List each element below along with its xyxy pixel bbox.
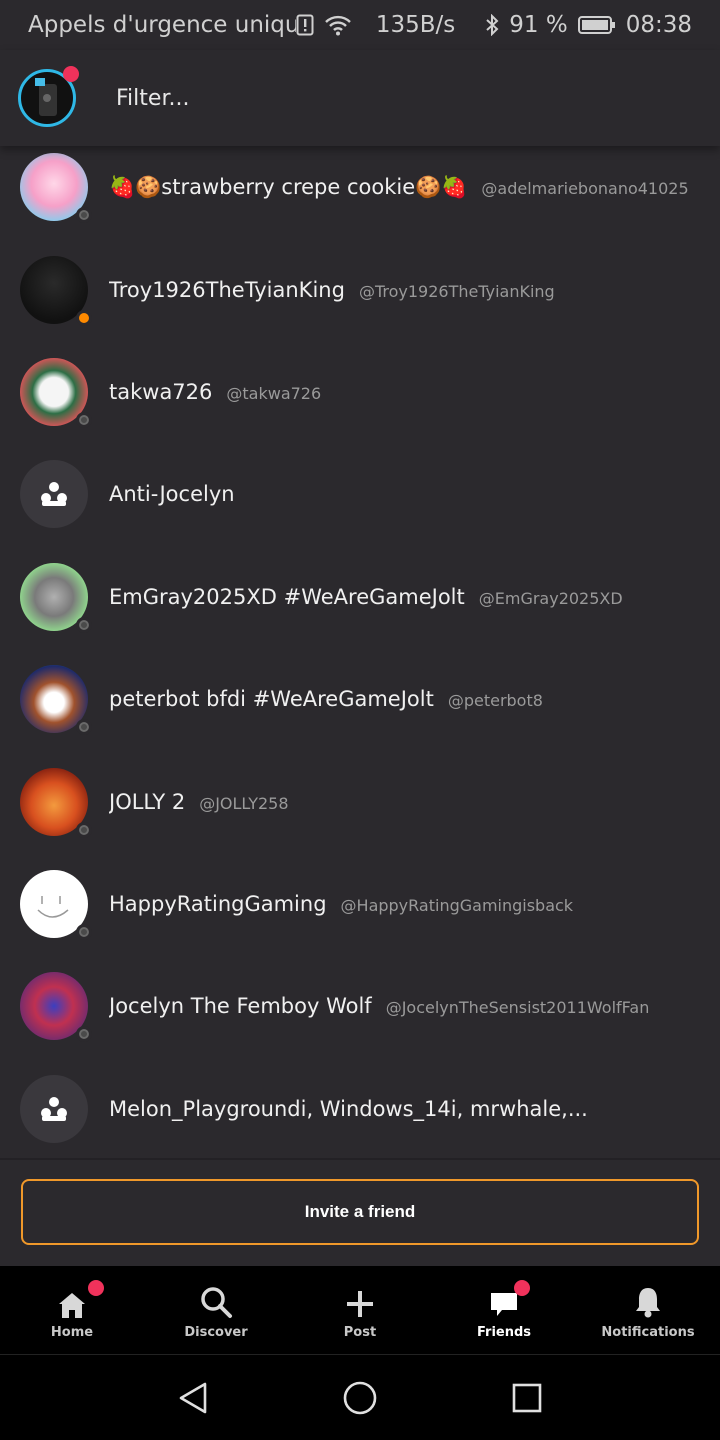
- network-speed: 135B/s: [375, 12, 456, 38]
- status-indicator: [76, 207, 92, 224]
- tab-notifications[interactable]: Notifications: [576, 1266, 720, 1354]
- display-name: EmGray2025XD #WeAreGameJolt: [109, 584, 465, 609]
- tab-label: Home: [50, 1325, 94, 1340]
- list-item[interactable]: 🍓🍪strawberry crepe cookie🍪🍓 @adelmariebo…: [0, 136, 720, 238]
- username: @adelmariebonano41025: [481, 178, 689, 198]
- my-avatar[interactable]: [18, 66, 79, 127]
- filter-input[interactable]: Filter...: [116, 86, 189, 111]
- status-indicator: [76, 616, 92, 633]
- tab-home[interactable]: Home: [0, 1266, 144, 1354]
- status-indicator: [76, 923, 92, 940]
- invite-section: Invite a friend: [0, 1158, 720, 1266]
- battery-percent: 91 %: [509, 12, 568, 38]
- avatar: [20, 255, 92, 326]
- sim-alert-icon: [296, 14, 314, 36]
- home-circle-icon: [343, 1381, 377, 1414]
- notification-badge: [88, 1280, 104, 1296]
- status-indicator: [76, 1026, 92, 1043]
- list-item[interactable]: HappyRatingGaming @HappyRatingGamingisba…: [0, 853, 720, 955]
- tab-discover[interactable]: Discover: [144, 1266, 288, 1354]
- list-item[interactable]: EmGray2025XD #WeAreGameJolt @EmGray2025X…: [0, 546, 720, 648]
- username: @JocelynTheSensist2011WolfFan: [385, 998, 650, 1018]
- display-name: HappyRatingGaming: [109, 891, 327, 916]
- friends-header: Filter...: [0, 50, 720, 146]
- avatar: [20, 562, 92, 633]
- avatar: [20, 767, 92, 838]
- username: @JOLLY258: [199, 793, 289, 813]
- plus-icon: [347, 1291, 373, 1317]
- avatar: [20, 972, 92, 1043]
- bell-icon: [636, 1288, 660, 1318]
- list-item[interactable]: takwa726 @takwa726: [0, 341, 720, 443]
- username: @peterbot8: [447, 691, 543, 711]
- group-icon: [41, 1096, 67, 1121]
- tab-label: Discover: [184, 1325, 248, 1340]
- display-name: peterbot bfdi #WeAreGameJolt: [109, 687, 434, 712]
- tab-friends[interactable]: Friends: [432, 1266, 576, 1354]
- wifi-icon: [324, 14, 352, 36]
- group-avatar: [20, 1074, 88, 1143]
- invite-friend-button[interactable]: Invite a friend: [21, 1179, 699, 1245]
- list-item[interactable]: Melon_Playgroundi, Windows_14i, mrwhale,…: [0, 1058, 720, 1160]
- avatar: [20, 153, 92, 224]
- display-name: Jocelyn The Femboy Wolf: [109, 994, 372, 1019]
- display-name: JOLLY 2: [109, 789, 186, 814]
- tab-label: Notifications: [601, 1325, 695, 1340]
- clock: 08:38: [625, 12, 692, 38]
- username: @EmGray2025XD: [478, 588, 623, 608]
- bluetooth-icon: [485, 14, 499, 36]
- tab-label: Friends: [476, 1325, 532, 1340]
- list-item[interactable]: Anti-Jocelyn: [0, 443, 720, 545]
- my-avatar-badge: [63, 66, 79, 82]
- username: @Troy1926TheTyianKing: [358, 281, 555, 301]
- status-indicator: [76, 719, 92, 736]
- system-nav-bar: [0, 1354, 720, 1440]
- list-item[interactable]: JOLLY 2 @JOLLY258: [0, 750, 720, 852]
- display-name: takwa726: [109, 379, 213, 404]
- list-item[interactable]: peterbot bfdi #WeAreGameJolt @peterbot8: [0, 648, 720, 750]
- chat-icon: [491, 1293, 517, 1316]
- display-name: 🍓🍪strawberry crepe cookie🍪🍓: [109, 174, 468, 199]
- status-indicator: [76, 309, 92, 326]
- group-icon: [41, 482, 67, 507]
- avatar: [20, 869, 92, 940]
- group-avatar: [20, 460, 88, 529]
- status-indicator: [76, 411, 92, 428]
- home-icon: [59, 1293, 85, 1318]
- tab-label: Post: [343, 1325, 377, 1340]
- home-nav-button[interactable]: [330, 1368, 390, 1428]
- recents-square-icon: [512, 1383, 541, 1412]
- tab-post[interactable]: Post: [288, 1266, 432, 1354]
- back-triangle-icon: [180, 1382, 207, 1413]
- display-name: Troy1926TheTyianKing: [109, 277, 345, 302]
- status-indicator: [76, 821, 92, 838]
- username: @takwa726: [226, 383, 322, 403]
- battery-icon: [577, 15, 616, 35]
- list-item[interactable]: Troy1926TheTyianKing @Troy1926TheTyianKi…: [0, 238, 720, 340]
- status-bar: Appels d'urgence unique... 135B/s 91 % 0…: [0, 0, 720, 50]
- display-name: Anti-Jocelyn: [109, 482, 235, 507]
- back-button[interactable]: [163, 1368, 223, 1428]
- display-name: Melon_Playgroundi, Windows_14i, mrwhale,…: [109, 1096, 588, 1121]
- username: @HappyRatingGamingisback: [340, 895, 574, 915]
- avatar: [20, 357, 92, 428]
- notification-badge: [514, 1280, 530, 1296]
- list-item[interactable]: Jocelyn The Femboy Wolf @JocelynTheSensi…: [0, 955, 720, 1057]
- friends-list: 🍓🍪strawberry crepe cookie🍪🍓 @adelmariebo…: [0, 136, 720, 1160]
- bottom-tab-bar: Home Discover Post Friends Notifications: [0, 1266, 720, 1354]
- recents-button[interactable]: [497, 1368, 557, 1428]
- avatar: [20, 665, 92, 736]
- carrier-text: Appels d'urgence unique...: [28, 12, 296, 38]
- search-icon: [201, 1287, 232, 1318]
